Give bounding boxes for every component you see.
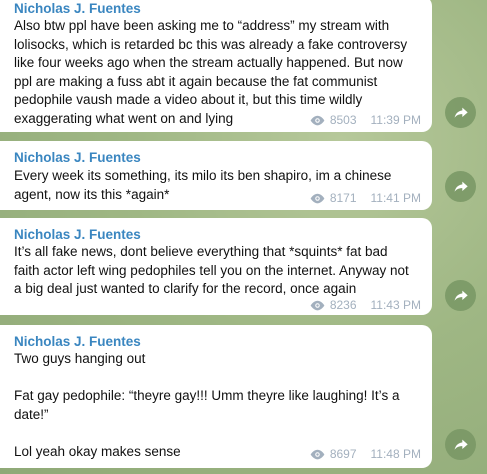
view-count: 8236 xyxy=(329,298,357,312)
message-time: 11:43 PM xyxy=(370,298,421,312)
share-arrow-icon xyxy=(454,290,468,301)
share-button[interactable] xyxy=(445,429,476,460)
message-author[interactable]: Nicholas J. Fuentes xyxy=(14,0,141,17)
message-author[interactable]: Nicholas J. Fuentes xyxy=(14,226,141,243)
eye-icon xyxy=(310,449,325,459)
share-button[interactable] xyxy=(445,280,476,311)
eye-icon xyxy=(310,115,325,125)
share-arrow-icon xyxy=(454,181,468,192)
share-arrow-icon xyxy=(454,439,468,450)
message-bubble: Nicholas J. Fuentes Every week its somet… xyxy=(0,141,432,210)
share-arrow-icon xyxy=(454,107,468,118)
view-count: 8697 xyxy=(329,447,357,461)
message-meta: 8503 11:39 PM xyxy=(309,113,421,127)
message-bubble: Nicholas J. Fuentes Also btw ppl have be… xyxy=(0,0,432,132)
message-author[interactable]: Nicholas J. Fuentes xyxy=(14,149,141,166)
share-button[interactable] xyxy=(445,171,476,202)
message-meta: 8171 11:41 PM xyxy=(309,191,421,205)
message-bubble: Nicholas J. Fuentes It’s all fake news, … xyxy=(0,218,432,315)
message-time: 11:41 PM xyxy=(370,191,421,205)
share-button[interactable] xyxy=(445,97,476,128)
view-count: 8171 xyxy=(329,191,357,205)
message-text: It’s all fake news, dont believe everyth… xyxy=(14,244,409,296)
message-time: 11:48 PM xyxy=(370,447,421,461)
message-text: Also btw ppl have been asking me to “add… xyxy=(14,18,408,126)
message-meta: 8236 11:43 PM xyxy=(309,298,421,312)
message-bubble: Nicholas J. Fuentes Two guys hanging out… xyxy=(0,325,432,468)
message-time: 11:39 PM xyxy=(370,113,421,127)
eye-icon xyxy=(310,300,325,310)
eye-icon xyxy=(310,193,325,203)
message-author[interactable]: Nicholas J. Fuentes xyxy=(14,333,141,350)
message-meta: 8697 11:48 PM xyxy=(309,447,421,461)
message-text: Two guys hanging out Fat gay pedophile: … xyxy=(14,351,400,459)
view-count: 8503 xyxy=(329,113,357,127)
